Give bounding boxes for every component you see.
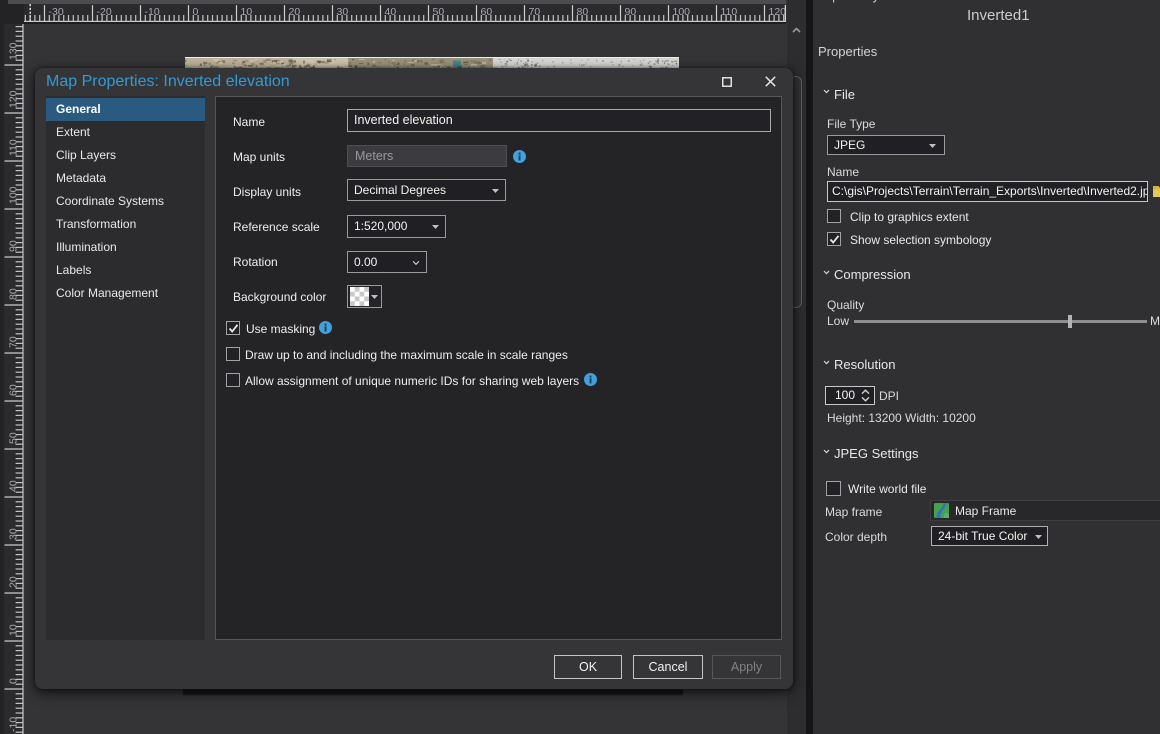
svg-text:-10: -10 xyxy=(145,6,160,18)
svg-text:80: 80 xyxy=(8,288,20,300)
svg-text:130: 130 xyxy=(8,42,20,60)
svg-text:120: 120 xyxy=(769,6,787,18)
svg-text:40: 40 xyxy=(385,6,397,18)
svg-text:0: 0 xyxy=(8,678,20,684)
svg-text:-10: -10 xyxy=(8,717,20,732)
svg-text:20: 20 xyxy=(8,576,20,588)
svg-text:60: 60 xyxy=(481,6,493,18)
svg-text:10: 10 xyxy=(241,6,253,18)
svg-text:70: 70 xyxy=(529,6,541,18)
svg-text:60: 60 xyxy=(8,384,20,396)
svg-text:10: 10 xyxy=(8,624,20,636)
svg-text:30: 30 xyxy=(8,528,20,540)
svg-text:0: 0 xyxy=(193,6,199,18)
svg-text:40: 40 xyxy=(8,480,20,492)
svg-text:70: 70 xyxy=(8,336,20,348)
svg-text:100: 100 xyxy=(8,186,20,204)
svg-text:110: 110 xyxy=(8,139,20,156)
svg-text:120: 120 xyxy=(8,90,20,108)
svg-text:30: 30 xyxy=(337,6,349,18)
svg-text:20: 20 xyxy=(289,6,301,18)
svg-text:110: 110 xyxy=(721,6,738,18)
svg-text:-20: -20 xyxy=(97,6,112,18)
svg-text:-30: -30 xyxy=(49,6,64,18)
svg-text:50: 50 xyxy=(8,432,20,444)
svg-text:90: 90 xyxy=(8,240,20,252)
svg-text:90: 90 xyxy=(625,6,637,18)
svg-text:50: 50 xyxy=(433,6,445,18)
svg-text:100: 100 xyxy=(673,6,691,18)
svg-text:80: 80 xyxy=(577,6,589,18)
